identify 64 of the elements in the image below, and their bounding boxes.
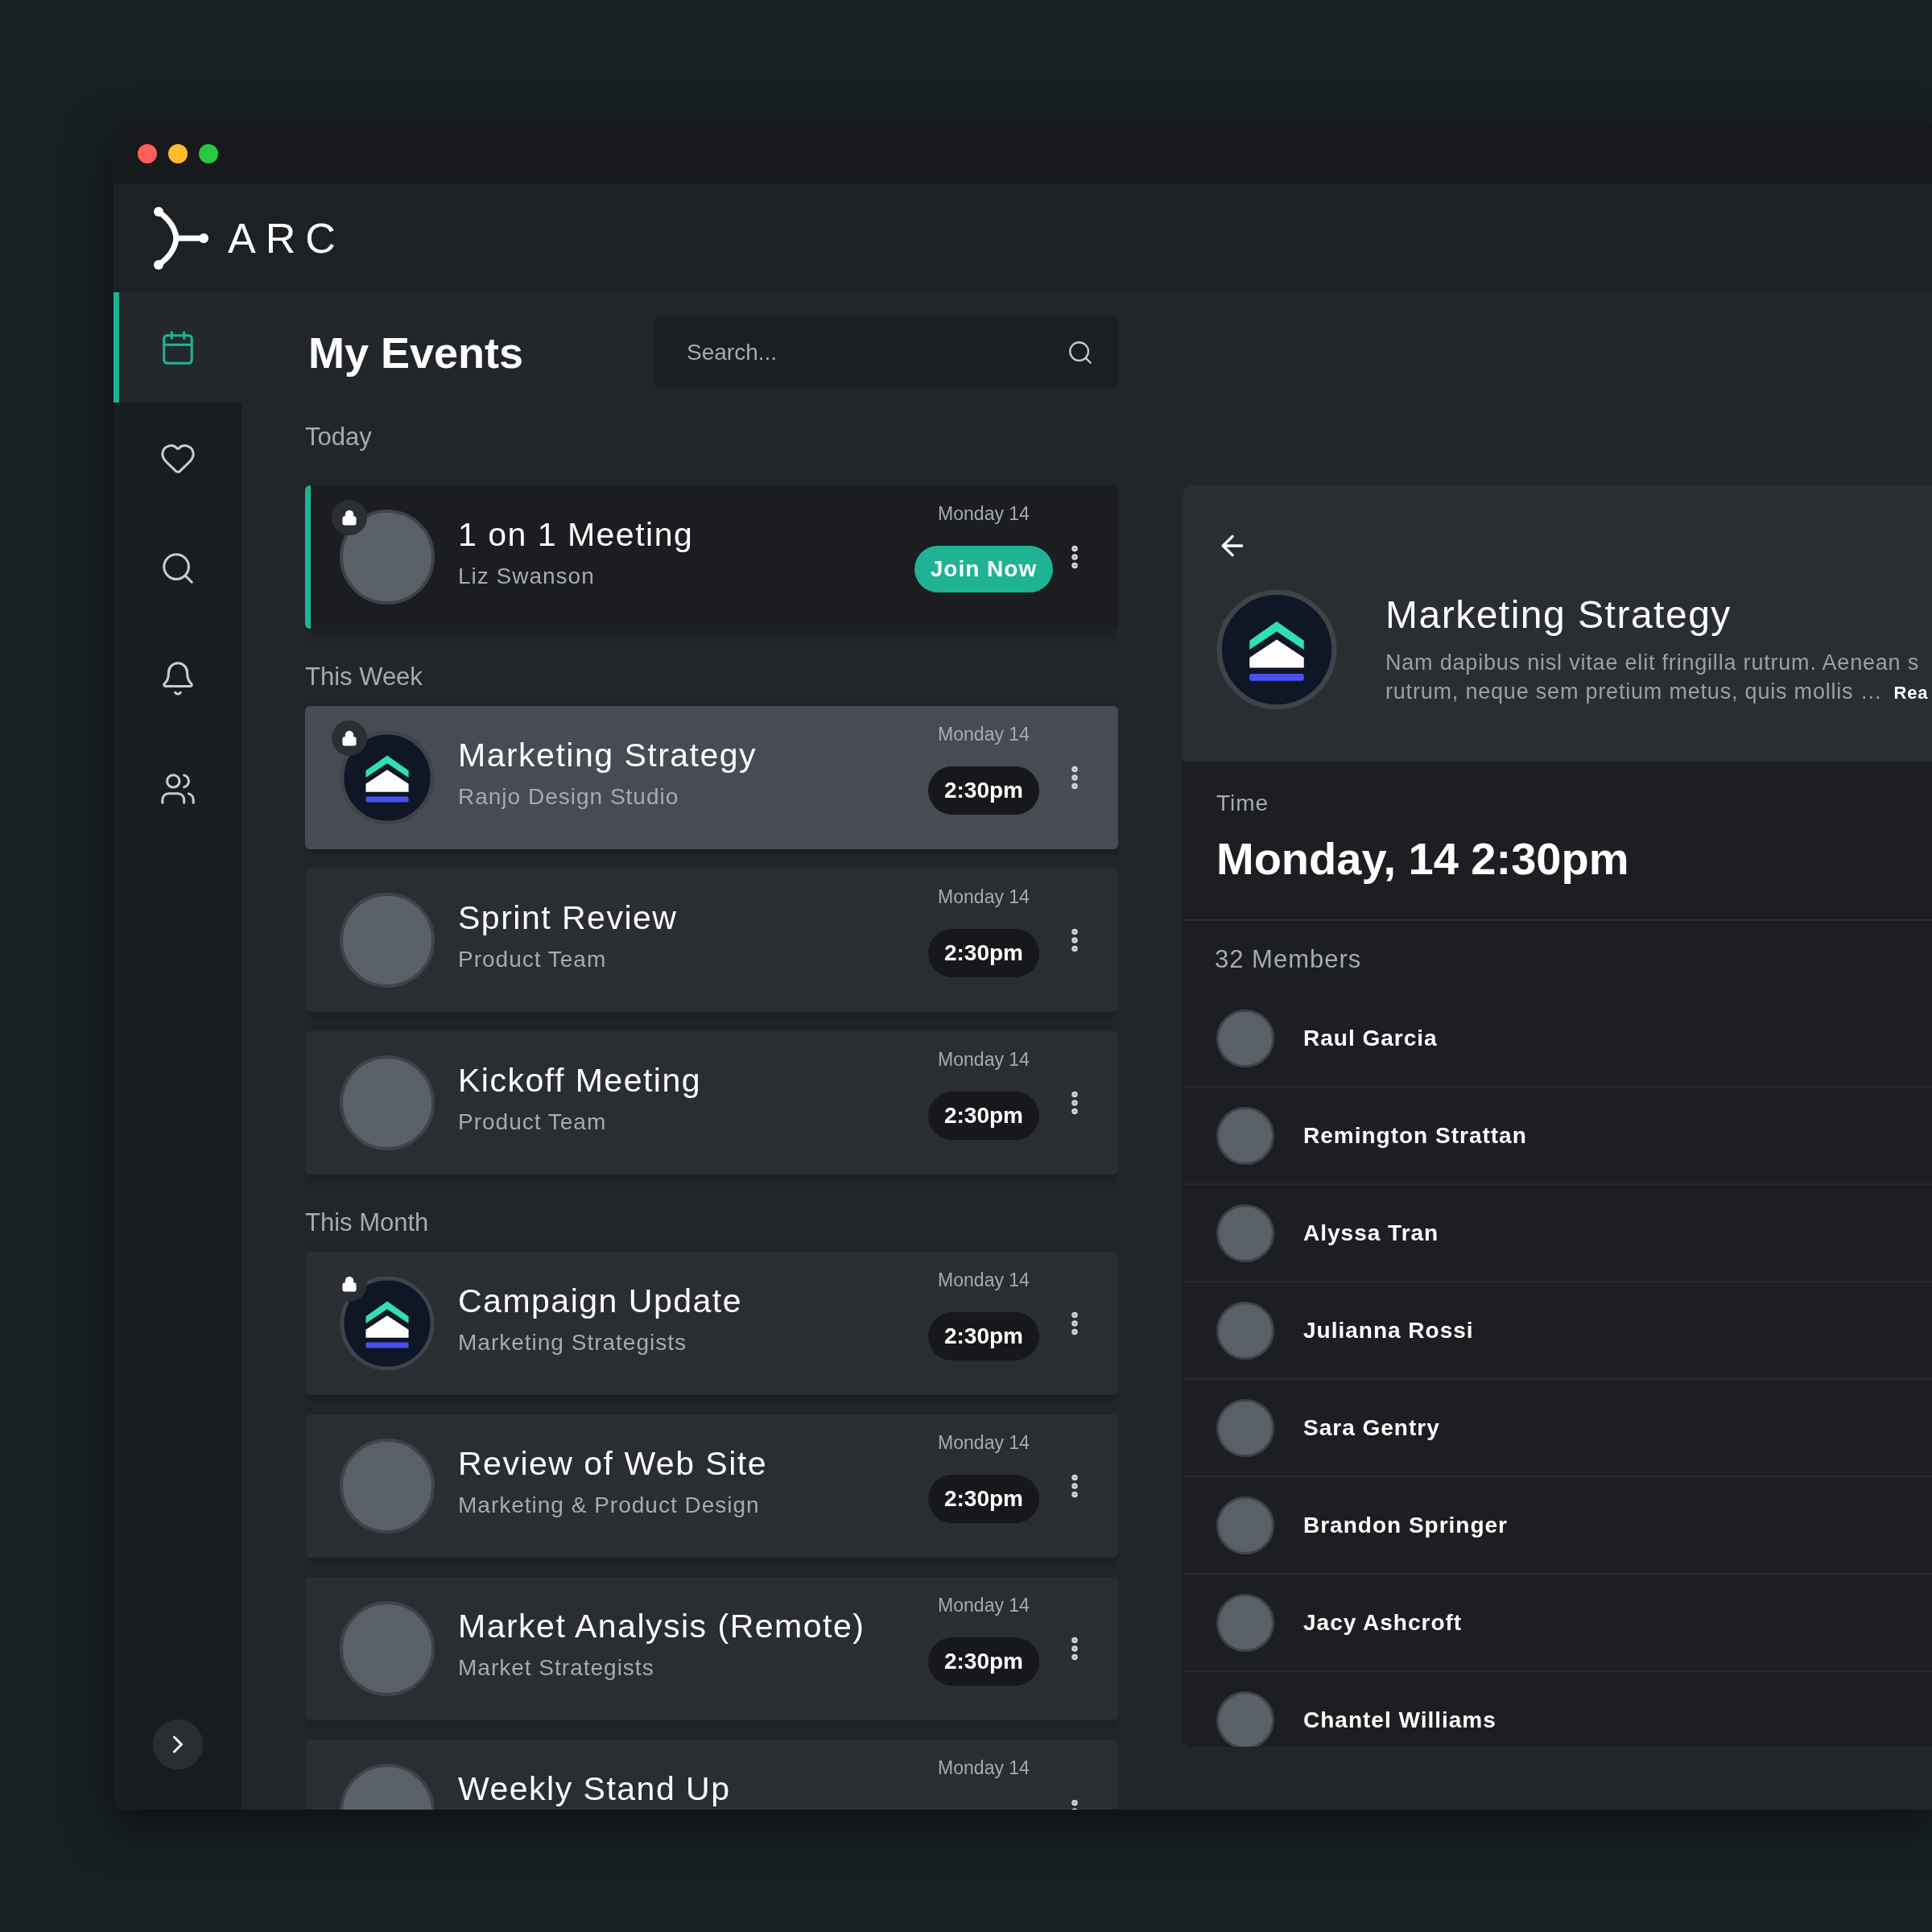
event-date: Monday 14 <box>938 1757 1030 1779</box>
time-value: Monday, 14 2:30pm <box>1216 832 1630 885</box>
event-date: Monday 14 <box>938 503 1030 525</box>
event-subtitle: Marketing Strategists <box>458 1330 687 1356</box>
member-name: Chantel Williams <box>1303 1707 1496 1733</box>
event-subtitle: Marketing & Product Design <box>458 1492 761 1518</box>
event-date: Monday 14 <box>938 1269 1030 1291</box>
section-label: Today <box>305 423 372 452</box>
event-subtitle: Market Strategists <box>458 1655 655 1681</box>
event-date: Monday 14 <box>938 724 1030 745</box>
member-name: Sara Gentry <box>1303 1414 1440 1441</box>
time-pill: 2:30pm <box>927 1637 1039 1686</box>
time-pill: 2:30pm <box>927 766 1039 815</box>
time-pill: 2:30pm <box>927 1312 1039 1360</box>
page-title: My Events <box>308 328 524 378</box>
event-subtitle: Product Team <box>458 1109 608 1135</box>
member-name: Raul Garcia <box>1303 1025 1438 1051</box>
event-title: 1 on 1 Meeting <box>458 516 695 554</box>
event-card[interactable]: Review of Web Site Marketing & Product Design Monday 14 2:30pm <box>305 1414 1118 1558</box>
time-pill: 2:30pm <box>927 929 1039 977</box>
event-card[interactable]: Weekly Stand Up Monday 14 <box>305 1740 1118 1810</box>
event-title: Sprint Review <box>458 899 679 937</box>
minimize-dot[interactable] <box>168 143 188 163</box>
member-name: Alyssa Tran <box>1303 1220 1439 1246</box>
event-card[interactable]: Sprint Review Product Team Monday 14 2:30pm <box>305 869 1118 1012</box>
chevron-right-icon <box>172 1736 183 1753</box>
event-title: Market Analysis (Remote) <box>458 1608 866 1645</box>
member-name: Brandon Springer <box>1303 1512 1508 1538</box>
event-date: Monday 14 <box>938 1432 1030 1454</box>
section-label: This Month <box>305 1208 429 1237</box>
search-field[interactable]: Search... <box>654 316 1118 389</box>
time-label: Time <box>1216 791 1270 816</box>
event-card[interactable]: Marketing Strategy Ranjo Design Studio Monday 14 2:30pm <box>305 706 1118 849</box>
search-icon <box>1067 339 1094 366</box>
event-title: Kickoff Meeting <box>458 1062 703 1100</box>
detail-title: Marketing Strategy <box>1385 592 1732 637</box>
members-count: 32 Members <box>1214 944 1363 975</box>
event-title: Review of Web Site <box>458 1445 768 1483</box>
event-title: Marketing Strategy <box>458 737 758 774</box>
time-pill: 2:30pm <box>927 1092 1039 1140</box>
calendar-nav-button[interactable] <box>114 292 242 402</box>
member-name: Julianna Rossi <box>1303 1317 1474 1344</box>
event-card[interactable]: 1 on 1 Meeting Liz Swanson Monday 14 Join Now <box>305 485 1118 629</box>
close-dot[interactable] <box>138 143 157 163</box>
event-title: Weekly Stand Up <box>458 1770 732 1808</box>
event-date: Monday 14 <box>938 1595 1030 1616</box>
event-subtitle: Product Team <box>458 947 608 972</box>
read-more-link[interactable]: Rea <box>1893 682 1929 703</box>
arc-logo-icon <box>152 206 210 270</box>
time-pill: 2:30pm <box>927 1475 1039 1523</box>
app-name: ARC <box>228 213 345 262</box>
maximize-dot[interactable] <box>199 143 218 163</box>
member-name: Jacy Ashcroft <box>1303 1609 1463 1636</box>
event-description: Nam dapibus nisl vitae elit fringilla rutrum. Aenean s rutrum, neque sem pretium metus, quis mollis … Rea <box>1385 649 1929 705</box>
event-card[interactable]: Kickoff Meeting Product Team Monday 14 2:30pm <box>305 1031 1118 1174</box>
event-title: Campaign Update <box>458 1282 743 1320</box>
event-date: Monday 14 <box>938 886 1030 908</box>
event-card[interactable]: Market Analysis (Remote) Market Strategists Monday 14 2:30pm <box>305 1577 1118 1720</box>
event-subtitle: Liz Swanson <box>458 564 596 589</box>
event-card[interactable]: Campaign Update Marketing Strategists Monday 14 2:30pm <box>305 1252 1118 1395</box>
event-subtitle: Ranjo Design Studio <box>458 784 680 810</box>
member-name: Remington Strattan <box>1303 1122 1527 1149</box>
event-date: Monday 14 <box>938 1049 1030 1071</box>
section-label: This Week <box>305 663 423 691</box>
